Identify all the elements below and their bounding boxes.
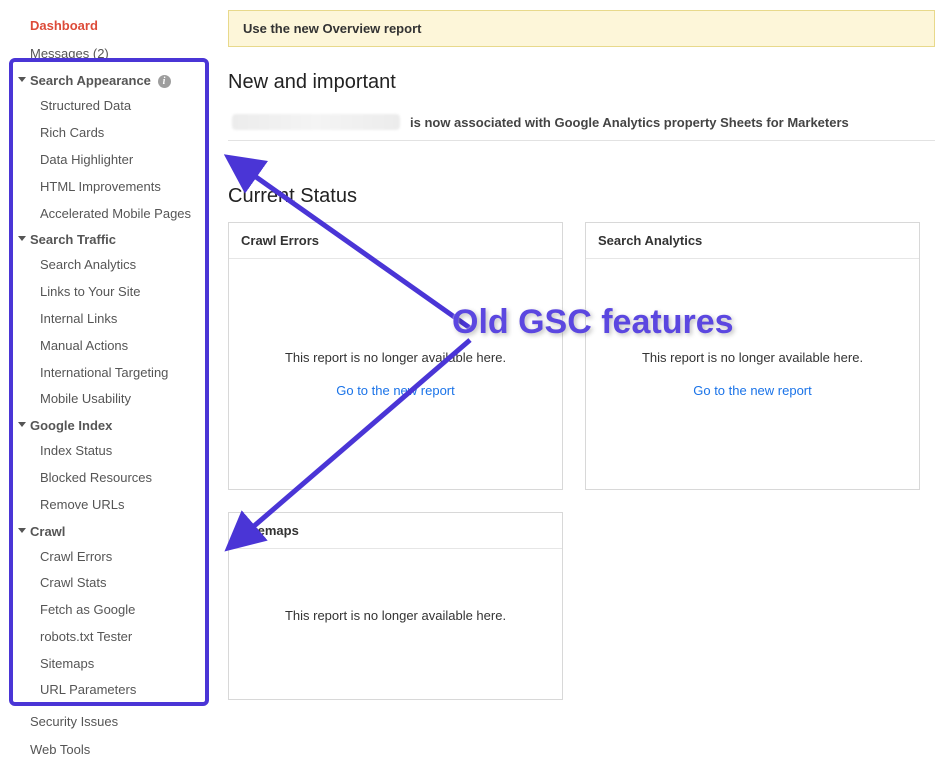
sidebar-item-messages[interactable]: Messages (2) <box>0 40 210 68</box>
sidebar-section-crawl[interactable]: Crawl <box>0 519 210 544</box>
sidebar-item-rich-cards[interactable]: Rich Cards <box>0 120 210 147</box>
sidebar-item-intl-targeting[interactable]: International Targeting <box>0 360 210 387</box>
sidebar-item-security[interactable]: Security Issues <box>0 708 210 736</box>
sidebar-item-url-params[interactable]: URL Parameters <box>0 677 210 704</box>
sidebar-item-crawl-errors[interactable]: Crawl Errors <box>0 544 210 571</box>
sidebar-item-crawl-stats[interactable]: Crawl Stats <box>0 570 210 597</box>
card-crawl-errors: Crawl Errors This report is no longer av… <box>228 222 563 490</box>
sidebar-item-remove-urls[interactable]: Remove URLs <box>0 492 210 519</box>
card-title: Crawl Errors <box>229 223 562 259</box>
sidebar-section-search-appearance[interactable]: Search Appearance i <box>0 68 210 93</box>
sidebar-item-mobile-usability[interactable]: Mobile Usability <box>0 386 210 413</box>
section-label: Search Traffic <box>30 232 116 247</box>
section-label: Crawl <box>30 524 65 539</box>
sidebar-item-search-analytics[interactable]: Search Analytics <box>0 252 210 279</box>
unavailable-text: This report is no longer available here. <box>285 350 506 365</box>
card-sitemaps: Sitemaps This report is no longer availa… <box>228 512 563 700</box>
chevron-down-icon <box>18 422 26 427</box>
unavailable-text: This report is no longer available here. <box>642 350 863 365</box>
main-content: Use the new Overview report New and impo… <box>210 0 935 711</box>
card-search-analytics: Search Analytics This report is no longe… <box>585 222 920 490</box>
go-new-report-link[interactable]: Go to the new report <box>336 383 455 398</box>
sidebar-item-dashboard[interactable]: Dashboard <box>0 12 210 40</box>
sidebar-item-internal-links[interactable]: Internal Links <box>0 306 210 333</box>
sidebar: Dashboard Messages (2) Search Appearance… <box>0 0 210 711</box>
card-title: Sitemaps <box>229 513 562 549</box>
section-label: Google Index <box>30 418 112 433</box>
sidebar-item-data-highlighter[interactable]: Data Highlighter <box>0 147 210 174</box>
overview-banner[interactable]: Use the new Overview report <box>228 10 935 47</box>
new-important-title: New and important <box>228 71 935 94</box>
sidebar-item-structured-data[interactable]: Structured Data <box>0 93 210 120</box>
sidebar-item-fetch-google[interactable]: Fetch as Google <box>0 597 210 624</box>
sidebar-item-index-status[interactable]: Index Status <box>0 438 210 465</box>
sidebar-item-sitemaps[interactable]: Sitemaps <box>0 651 210 678</box>
sidebar-item-manual-actions[interactable]: Manual Actions <box>0 333 210 360</box>
sidebar-section-search-traffic[interactable]: Search Traffic <box>0 227 210 252</box>
chevron-down-icon <box>18 77 26 82</box>
sidebar-item-amp[interactable]: Accelerated Mobile Pages <box>0 201 210 228</box>
chevron-down-icon <box>18 528 26 533</box>
card-title: Search Analytics <box>586 223 919 259</box>
sidebar-item-robots-tester[interactable]: robots.txt Tester <box>0 624 210 651</box>
section-label: Search Appearance <box>30 73 151 88</box>
redacted-url <box>232 114 400 130</box>
association-row[interactable]: is now associated with Google Analytics … <box>228 108 935 141</box>
sidebar-item-web-tools[interactable]: Web Tools <box>0 736 210 764</box>
association-text: is now associated with Google Analytics … <box>410 115 849 130</box>
sidebar-item-links-to-site[interactable]: Links to Your Site <box>0 279 210 306</box>
go-new-report-link[interactable]: Go to the new report <box>693 383 812 398</box>
chevron-down-icon <box>18 236 26 241</box>
sidebar-section-google-index[interactable]: Google Index <box>0 413 210 438</box>
sidebar-item-html-improvements[interactable]: HTML Improvements <box>0 174 210 201</box>
info-icon[interactable]: i <box>158 75 171 88</box>
current-status-title: Current Status <box>228 185 935 208</box>
sidebar-item-blocked-resources[interactable]: Blocked Resources <box>0 465 210 492</box>
unavailable-text: This report is no longer available here. <box>285 608 506 623</box>
